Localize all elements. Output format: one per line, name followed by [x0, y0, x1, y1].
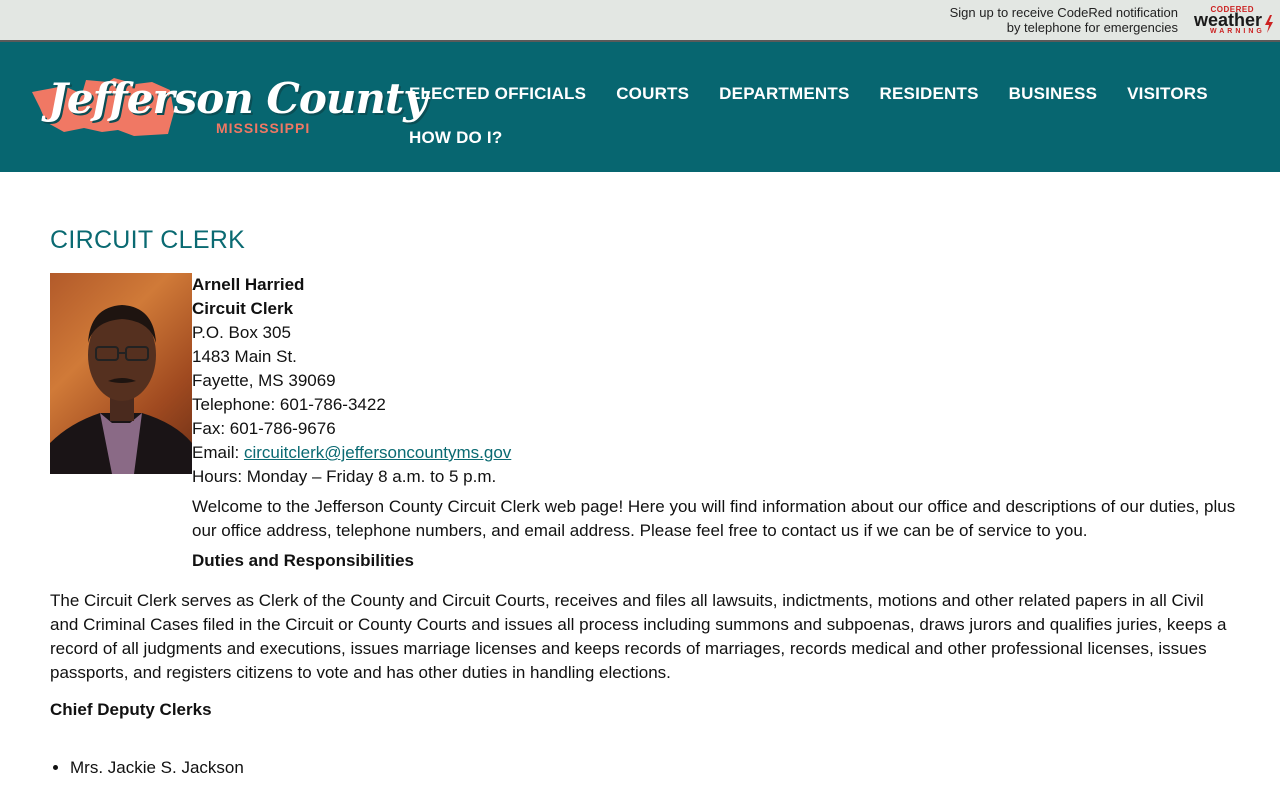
clerk-name: Arnell Harried: [192, 275, 305, 294]
duties-text: The Circuit Clerk serves as Clerk of the…: [50, 591, 1227, 682]
welcome-text: Welcome to the Jefferson County Circuit …: [192, 497, 1236, 540]
nav-elected-officials[interactable]: ELECTED OFFICIALS: [409, 84, 586, 104]
codered-weather-logo[interactable]: CODERED weather WARNING: [1194, 5, 1274, 35]
nav-visitors[interactable]: VISITORS: [1127, 84, 1208, 104]
nav-departments[interactable]: DEPARTMENTS: [719, 84, 849, 104]
clerk-photo: [50, 273, 192, 474]
clerk-telephone: Telephone: 601-786-3422: [192, 395, 386, 414]
codered-notice-line2: by telephone for emergencies: [1006, 20, 1178, 35]
clerk-email-row: Email: circuitclerk@jeffersoncountyms.go…: [192, 441, 1232, 465]
clerk-city: Fayette, MS 39069: [192, 371, 336, 390]
chief-deputy-heading: Chief Deputy Clerks: [50, 700, 212, 719]
email-label: Email:: [192, 443, 244, 462]
logo-subtitle: MISSISSIPPI: [216, 120, 311, 136]
clerk-hours: Hours: Monday – Friday 8 a.m. to 5 p.m.: [192, 467, 497, 486]
codered-bar: Sign up to receive CodeRed notification …: [0, 0, 1280, 42]
codered-notice-line1: Sign up to receive CodeRed notification: [949, 5, 1178, 20]
nav-business[interactable]: BUSINESS: [1009, 84, 1098, 104]
page-title: CIRCUIT CLERK: [50, 226, 246, 254]
lightning-icon: [1265, 15, 1273, 33]
nav-how-do-i[interactable]: HOW DO I?: [409, 128, 502, 148]
county-logo[interactable]: Jefferson County MISSISSIPPI: [24, 72, 428, 144]
codered-logo-sub: WARNING: [1210, 28, 1265, 35]
site-header: Jefferson County MISSISSIPPI ELECTED OFF…: [0, 42, 1280, 172]
clerk-email-link[interactable]: circuitclerk@jeffersoncountyms.gov: [244, 443, 511, 462]
codered-signup-link[interactable]: Sign up to receive CodeRed notification …: [950, 5, 1178, 35]
main-nav: ELECTED OFFICIALS COURTS DEPARTMENTS RES…: [409, 72, 1249, 160]
nav-courts[interactable]: COURTS: [616, 84, 689, 104]
nav-row-2: HOW DO I?: [409, 116, 1249, 160]
clerk-portrait-image: [50, 305, 192, 474]
clerk-street: 1483 Main St.: [192, 347, 297, 366]
nav-row-1: ELECTED OFFICIALS COURTS DEPARTMENTS RES…: [409, 72, 1249, 116]
clerk-fax: Fax: 601-786-9676: [192, 419, 336, 438]
nav-residents[interactable]: RESIDENTS: [880, 84, 979, 104]
list-item: Mrs. Jackie S. Jackson: [70, 756, 244, 780]
chief-deputy-list: Mrs. Jackie S. Jackson: [50, 756, 244, 780]
clerk-title: Circuit Clerk: [192, 299, 294, 318]
clerk-contact-info: Arnell Harried Circuit Clerk P.O. Box 30…: [192, 273, 1232, 489]
clerk-po-box: P.O. Box 305: [192, 323, 291, 342]
logo-title: Jefferson County: [48, 74, 428, 123]
duties-heading: Duties and Responsibilities: [192, 551, 414, 570]
